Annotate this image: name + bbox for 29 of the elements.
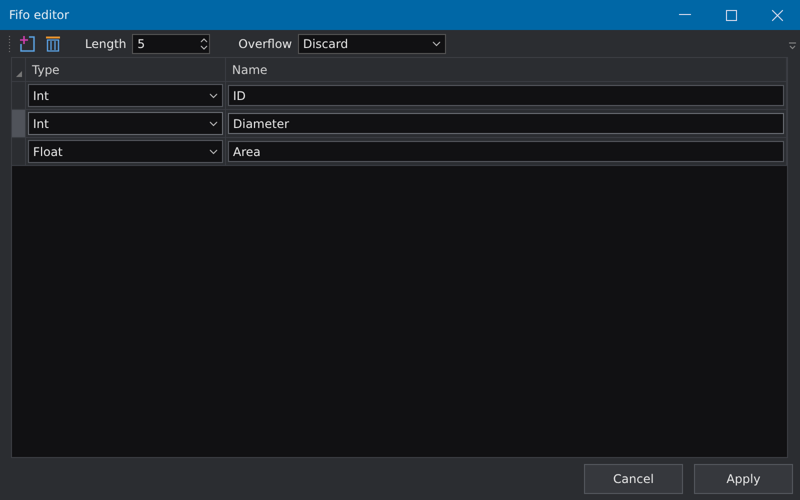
chevron-down-icon [209,92,218,98]
overflow-label: Overflow [238,36,292,50]
name-field[interactable]: ID [228,85,784,106]
cancel-button[interactable]: Cancel [584,464,683,494]
length-label: Length [85,36,126,50]
chevron-down-icon [209,148,218,154]
type-dropdown[interactable]: Float [28,140,223,163]
window-title: Fifo editor [9,8,70,22]
delete-button[interactable] [43,34,63,54]
name-field[interactable]: Area [228,141,784,162]
column-header[interactable]: Type [26,58,226,81]
chevron-down-icon [432,40,441,46]
name-field[interactable]: Diameter [228,113,784,134]
overflow-dropdown[interactable]: Discard [298,34,446,54]
trash-icon [45,35,61,52]
close-icon [772,10,782,20]
chevron-down-icon [209,120,218,126]
apply-button[interactable]: Apply [694,464,793,494]
spin-arrows-icon[interactable] [199,36,210,52]
minimize-icon [679,14,691,16]
length-spinbox[interactable]: 5 [132,34,210,54]
column-header[interactable]: Name [226,58,787,81]
select-all-icon[interactable] [16,71,22,77]
type-dropdown[interactable]: Int [28,112,223,135]
add-icon [18,35,36,52]
maximize-icon [726,10,736,20]
overflow-chevron-icon [789,42,796,50]
add-row-button[interactable] [17,34,37,54]
type-dropdown[interactable]: Int [28,84,223,107]
